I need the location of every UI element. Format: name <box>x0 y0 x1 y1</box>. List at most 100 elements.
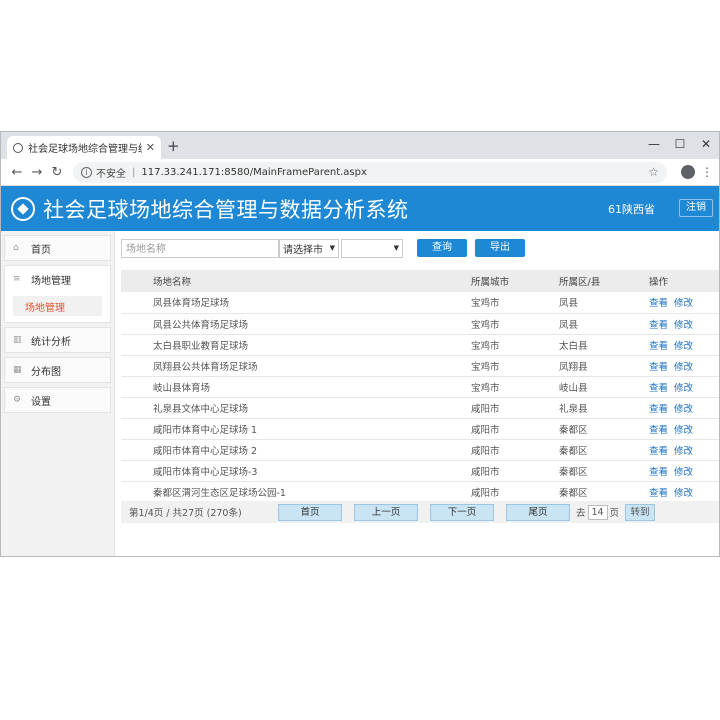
edit-link[interactable]: 修改 <box>674 467 693 478</box>
venue-name-cell: 凤翔县公共体育场足球场 <box>153 361 258 373</box>
view-link[interactable]: 查看 <box>649 383 668 394</box>
url-separator: | <box>132 166 136 178</box>
district-cell: 礼泉县 <box>559 403 588 415</box>
security-label: 不安全 <box>96 168 126 180</box>
edit-link[interactable]: 修改 <box>674 488 693 499</box>
edit-link[interactable]: 修改 <box>674 362 693 373</box>
next-page-button[interactable]: 下一页 <box>430 503 494 521</box>
edit-link[interactable]: 修改 <box>674 341 693 352</box>
back-arrow-icon[interactable]: ← <box>7 165 27 180</box>
query-button[interactable]: 查询 <box>417 239 467 257</box>
football-logo-icon <box>11 196 35 221</box>
view-link[interactable]: 查看 <box>649 362 668 373</box>
view-link[interactable]: 查看 <box>649 341 668 352</box>
url-text: 117.33.241.171:8580/MainFrameParent.aspx <box>141 166 367 178</box>
district-cell: 秦都区 <box>559 487 588 499</box>
list-icon: ≡ <box>13 274 21 284</box>
app-header: 社会足球场地综合管理与数据分析系统 61陕西省 注销 <box>1 186 719 231</box>
venue-name-cell: 太白县职业教育足球场 <box>153 340 249 352</box>
last-page-button[interactable]: 尾页 <box>506 503 570 521</box>
sidebar-item-settings[interactable]: ⚙ 设置 <box>4 387 111 413</box>
city-cell: 咸阳市 <box>471 466 500 478</box>
new-tab-icon[interactable]: + <box>167 137 180 155</box>
close-tab-icon[interactable]: ✕ <box>146 141 155 154</box>
view-link[interactable]: 查看 <box>649 320 668 331</box>
actions-cell: 查看 修改 <box>649 334 719 355</box>
chevron-down-icon: ▼ <box>329 244 335 252</box>
maximize-icon[interactable]: ☐ <box>667 132 693 159</box>
first-page-button[interactable]: 首页 <box>278 503 342 521</box>
city-select[interactable]: 请选择市 ▼ <box>279 238 339 258</box>
sidebar-item-label: 设置 <box>31 396 51 408</box>
view-link[interactable]: 查看 <box>649 404 668 415</box>
city-cell: 宝鸡市 <box>471 361 500 373</box>
venue-name-input[interactable]: 场地名称 <box>121 238 279 258</box>
actions-cell: 查看 修改 <box>649 460 719 481</box>
edit-link[interactable]: 修改 <box>674 298 693 309</box>
district-select[interactable]: ▼ <box>341 238 403 258</box>
view-link[interactable]: 查看 <box>649 425 668 436</box>
export-button[interactable]: 导出 <box>475 239 525 257</box>
view-link[interactable]: 查看 <box>649 488 668 499</box>
filter-toolbar: 场地名称 请选择市 ▼ ▼ 查询 导出 <box>121 231 719 265</box>
edit-link[interactable]: 修改 <box>674 320 693 331</box>
edit-link[interactable]: 修改 <box>674 446 693 457</box>
map-icon: ▦ <box>13 365 22 375</box>
table-row: 秦都区渭河生态区足球场公园-1 咸阳市 秦都区 查看 修改 <box>121 481 719 502</box>
minimize-icon[interactable]: — <box>641 132 667 159</box>
edit-link[interactable]: 修改 <box>674 425 693 436</box>
forward-arrow-icon[interactable]: → <box>27 165 47 180</box>
menu-dots-icon[interactable]: ⋮ <box>701 165 713 179</box>
view-link[interactable]: 查看 <box>649 298 668 309</box>
city-cell: 咸阳市 <box>471 403 500 415</box>
venue-name-cell: 咸阳市体育中心足球场 1 <box>153 424 258 436</box>
account-icon[interactable] <box>681 165 695 179</box>
sidebar-item-home[interactable]: ⌂ 首页 <box>4 235 111 261</box>
table-row: 礼泉县文体中心足球场 咸阳市 礼泉县 查看 修改 <box>121 397 719 418</box>
prev-page-button[interactable]: 上一页 <box>354 503 418 521</box>
sidebar-item-stats[interactable]: ▥ 统计分析 <box>4 327 111 353</box>
url-field[interactable]: i 不安全 | 117.33.241.171:8580/MainFramePar… <box>73 161 667 183</box>
pagination-bar: 第1/4页 / 共27页 (270条) 首页 上一页 下一页 尾页 去 14 页… <box>121 501 719 523</box>
sidebar-group-venues: ≡ 场地管理 场地管理 <box>4 265 111 323</box>
actions-cell: 查看 修改 <box>649 418 719 439</box>
info-icon[interactable]: i <box>81 166 92 178</box>
column-header: 所属区/县 <box>559 277 601 288</box>
sidebar-item-distribution[interactable]: ▦ 分布图 <box>4 357 111 383</box>
globe-icon <box>13 142 23 153</box>
sidebar-item-venues[interactable]: ≡ 场地管理 <box>5 266 110 292</box>
table-row: 岐山县体育场 宝鸡市 岐山县 查看 修改 <box>121 376 719 397</box>
table-row: 咸阳市体育中心足球场-3 咸阳市 秦都区 查看 修改 <box>121 460 719 481</box>
close-window-icon[interactable]: ✕ <box>693 132 719 159</box>
actions-cell: 查看 修改 <box>649 355 719 376</box>
actions-cell: 查看 修改 <box>649 292 719 313</box>
table-row: 凤县公共体育场足球场 宝鸡市 凤县 查看 修改 <box>121 313 719 334</box>
browser-tab[interactable]: 社会足球场地综合管理与统计分析 ✕ <box>7 136 161 159</box>
home-icon: ⌂ <box>13 243 19 253</box>
reload-icon[interactable]: ↻ <box>47 165 67 180</box>
view-link[interactable]: 查看 <box>649 446 668 457</box>
page-info: 第1/4页 / 共27页 (270条) <box>129 508 242 519</box>
district-cell: 秦都区 <box>559 466 588 478</box>
city-cell: 宝鸡市 <box>471 340 500 352</box>
gear-icon: ⚙ <box>13 395 22 405</box>
bar-chart-icon: ▥ <box>13 335 22 345</box>
edit-link[interactable]: 修改 <box>674 383 693 394</box>
city-cell: 宝鸡市 <box>471 319 500 331</box>
edit-link[interactable]: 修改 <box>674 404 693 415</box>
venue-name-cell: 秦都区渭河生态区足球场公园-1 <box>153 487 286 499</box>
district-cell: 太白县 <box>559 340 588 352</box>
bookmark-star-icon[interactable]: ☆ <box>648 165 659 179</box>
district-cell: 凤县 <box>559 319 579 331</box>
city-cell: 宝鸡市 <box>471 298 500 310</box>
district-cell: 凤翔县 <box>559 361 588 373</box>
logout-button[interactable]: 注销 <box>679 199 713 217</box>
sidebar: ⌂ 首页 ≡ 场地管理 场地管理 ▥ 统计分析 ▦ 分布图 ⚙ 设置 <box>1 231 115 556</box>
city-cell: 咸阳市 <box>471 445 500 457</box>
view-link[interactable]: 查看 <box>649 467 668 478</box>
tab-strip: 社会足球场地综合管理与统计分析 ✕ + — ☐ ✕ <box>1 132 719 159</box>
goto-page-button[interactable]: 转到 <box>625 503 656 521</box>
city-cell: 宝鸡市 <box>471 382 500 394</box>
page-number-input[interactable]: 14 <box>587 504 608 520</box>
sidebar-subitem-venue-management[interactable]: 场地管理 <box>13 296 102 316</box>
